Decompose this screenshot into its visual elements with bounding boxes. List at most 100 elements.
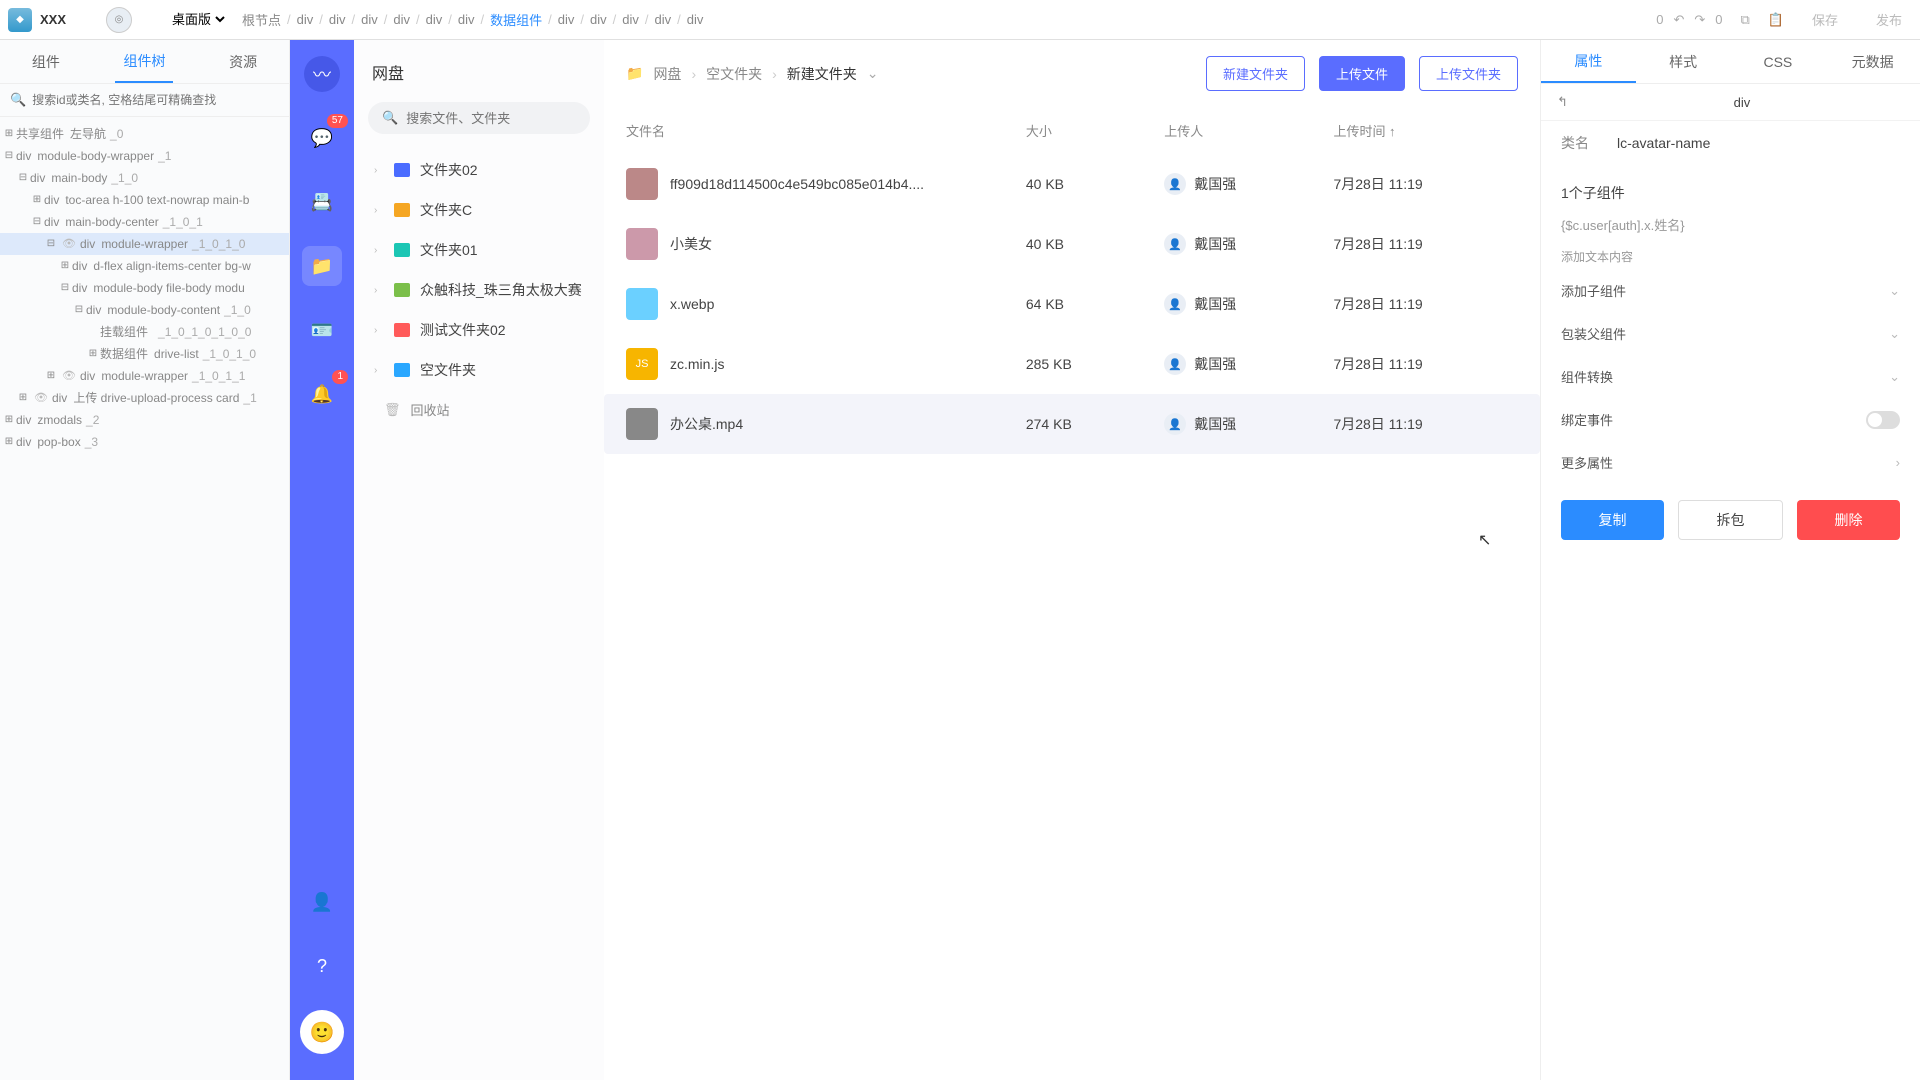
tree-node[interactable]: ⊞divpop-box_3: [0, 431, 289, 453]
delete-button[interactable]: 删除: [1797, 500, 1900, 540]
inspector-action[interactable]: 包装父组件⌄: [1541, 312, 1920, 355]
tree-node[interactable]: ⊟👁divmodule-wrapper_1_0_1_0: [0, 233, 289, 255]
tree-search-input[interactable]: [32, 93, 279, 107]
rail-user-icon[interactable]: 👤: [302, 882, 342, 922]
rail-contacts-icon[interactable]: 📇: [302, 182, 342, 222]
tree-node[interactable]: ⊟divmodule-body file-body modu: [0, 277, 289, 299]
upload-folder-button[interactable]: 上传文件夹: [1419, 56, 1518, 91]
add-text-hint[interactable]: 添加文本内容: [1541, 244, 1920, 269]
file-row[interactable]: 小美女 40 KB 👤戴国强 7月28日 11:19: [604, 214, 1540, 274]
more-attr-label[interactable]: 更多属性: [1561, 453, 1613, 472]
trash-label[interactable]: 回收站: [411, 400, 450, 419]
file-row[interactable]: ff909d18d114500c4e549bc085e014b4.... 40 …: [604, 154, 1540, 214]
breadcrumb[interactable]: 根节点/div/div/div/div/div/div/数据组件/div/div…: [242, 10, 1656, 29]
inspector-action[interactable]: 添加子组件⌄: [1541, 269, 1920, 312]
breadcrumb-item[interactable]: div: [590, 12, 607, 27]
search-icon: 🔍: [10, 92, 26, 108]
path-item[interactable]: 网盘: [653, 64, 681, 84]
folder-item[interactable]: ›测试文件夹02: [368, 310, 590, 350]
redo-icon[interactable]: ↷: [1694, 12, 1705, 28]
tree-node[interactable]: ⊟divmain-body_1_0: [0, 167, 289, 189]
rail-logo-icon[interactable]: 〰: [302, 54, 342, 94]
breadcrumb-item[interactable]: div: [329, 12, 346, 27]
tree-node[interactable]: ⊞共享组件左导航_0: [0, 123, 289, 145]
publish-button[interactable]: 发布: [1866, 6, 1912, 33]
folder-item[interactable]: ›众触科技_珠三角太极大赛: [368, 270, 590, 310]
tree-node[interactable]: ⊟divmodule-body-content_1_0: [0, 299, 289, 321]
path-item[interactable]: 空文件夹: [706, 64, 762, 84]
expression-value[interactable]: {$c.user[auth].x.姓名}: [1541, 215, 1920, 244]
save-button[interactable]: 保存: [1802, 6, 1848, 33]
left-tab[interactable]: 组件: [24, 42, 68, 82]
up-arrow-icon[interactable]: ↰: [1557, 94, 1568, 110]
user-avatar[interactable]: 🙂: [300, 1010, 344, 1054]
undo-icon[interactable]: ↶: [1673, 12, 1684, 28]
upload-file-button[interactable]: 上传文件: [1319, 56, 1405, 91]
breadcrumb-item[interactable]: div: [687, 12, 704, 27]
inspector-action[interactable]: 组件转换⌄: [1541, 355, 1920, 398]
folder-item[interactable]: ›文件夹02: [368, 150, 590, 190]
component-tree[interactable]: ⊞共享组件左导航_0⊟divmodule-body-wrapper_1⊟divm…: [0, 117, 289, 459]
folder-item[interactable]: ›空文件夹: [368, 350, 590, 390]
bind-event-toggle[interactable]: [1866, 411, 1900, 429]
child-count: 1个子组件: [1561, 183, 1625, 203]
rail-folder-icon[interactable]: 📁: [302, 246, 342, 286]
path-item[interactable]: 新建文件夹: [787, 64, 857, 84]
inspector-tab[interactable]: CSS: [1731, 40, 1826, 83]
breadcrumb-item[interactable]: div: [393, 12, 410, 27]
tree-node[interactable]: ⊟divmodule-body-wrapper_1: [0, 145, 289, 167]
col-size[interactable]: 大小: [1026, 121, 1164, 140]
trash-icon: 🗑: [384, 402, 401, 418]
tree-node[interactable]: ⊞👁div上传 drive-upload-process card_1: [0, 387, 289, 409]
rail-card-icon[interactable]: 🪪: [302, 310, 342, 350]
copy-button[interactable]: 复制: [1561, 500, 1664, 540]
breadcrumb-item[interactable]: 根节点: [242, 10, 281, 29]
nav-rail: 〰 💬57 📇 📁 🪪 🔔1 👤? 🙂: [290, 40, 354, 1080]
file-row[interactable]: JSzc.min.js 285 KB 👤戴国强 7月28日 11:19: [604, 334, 1540, 394]
rail-help-icon[interactable]: ?: [302, 946, 342, 986]
left-tabs: 组件 组件树 资源: [0, 40, 289, 84]
folder-item[interactable]: ›文件夹01: [368, 230, 590, 270]
file-row[interactable]: 办公桌.mp4 274 KB 👤戴国强 7月28日 11:19: [604, 394, 1540, 454]
tree-node[interactable]: ⊞divtoc-area h-100 text-nowrap main-b: [0, 189, 289, 211]
tree-node[interactable]: ⊞divzmodals_2: [0, 409, 289, 431]
breadcrumb-item[interactable]: 数据组件: [490, 10, 542, 29]
col-uploader[interactable]: 上传人: [1164, 121, 1333, 140]
app-icon: ◆: [8, 8, 32, 32]
rail-chat-icon[interactable]: 💬57: [302, 118, 342, 158]
rail-bell-icon[interactable]: 🔔1: [302, 374, 342, 414]
class-value[interactable]: lc-avatar-name: [1617, 135, 1710, 151]
paste-icon[interactable]: 📋: [1768, 12, 1784, 28]
class-label: 类名: [1561, 133, 1617, 153]
bind-event-label: 绑定事件: [1561, 410, 1613, 429]
breadcrumb-item[interactable]: div: [458, 12, 475, 27]
unpack-button[interactable]: 拆包: [1678, 500, 1783, 540]
tree-node[interactable]: 挂载组件_1_0_1_0_1_0_0: [0, 321, 289, 343]
breadcrumb-item[interactable]: div: [297, 12, 314, 27]
breadcrumb-item[interactable]: div: [426, 12, 443, 27]
inspector-tab[interactable]: 属性: [1541, 40, 1636, 83]
breadcrumb-item[interactable]: div: [361, 12, 378, 27]
left-tab[interactable]: 组件树: [115, 41, 173, 83]
tree-node[interactable]: ⊞divd-flex align-items-center bg-w: [0, 255, 289, 277]
tree-node[interactable]: ⊟divmain-body-center_1_0_1: [0, 211, 289, 233]
col-time[interactable]: 上传时间 ↑: [1333, 121, 1518, 140]
breadcrumb-item[interactable]: div: [655, 12, 672, 27]
inspector-tab[interactable]: 元数据: [1825, 40, 1920, 83]
new-folder-button[interactable]: 新建文件夹: [1206, 56, 1305, 91]
inspector-tab[interactable]: 样式: [1636, 40, 1731, 83]
copy-icon[interactable]: ⧉: [1740, 12, 1749, 28]
file-row[interactable]: x.webp 64 KB 👤戴国强 7月28日 11:19: [604, 274, 1540, 334]
folder-item[interactable]: ›文件夹C: [368, 190, 590, 230]
breadcrumb-item[interactable]: div: [622, 12, 639, 27]
tree-node[interactable]: ⊞👁divmodule-wrapper_1_0_1_1: [0, 365, 289, 387]
selected-element: div: [1580, 95, 1904, 110]
redo-count: 0: [1715, 12, 1722, 28]
breadcrumb-item[interactable]: div: [558, 12, 575, 27]
left-tab[interactable]: 资源: [221, 42, 265, 82]
drive-breadcrumb[interactable]: 📁网盘›空文件夹›新建文件夹 ⌄: [626, 64, 1192, 84]
col-name[interactable]: 文件名: [626, 121, 1026, 140]
tree-node[interactable]: ⊞数据组件drive-list_1_0_1_0: [0, 343, 289, 365]
mode-select[interactable]: 桌面版: [168, 11, 228, 28]
drive-search-input[interactable]: [406, 111, 582, 126]
